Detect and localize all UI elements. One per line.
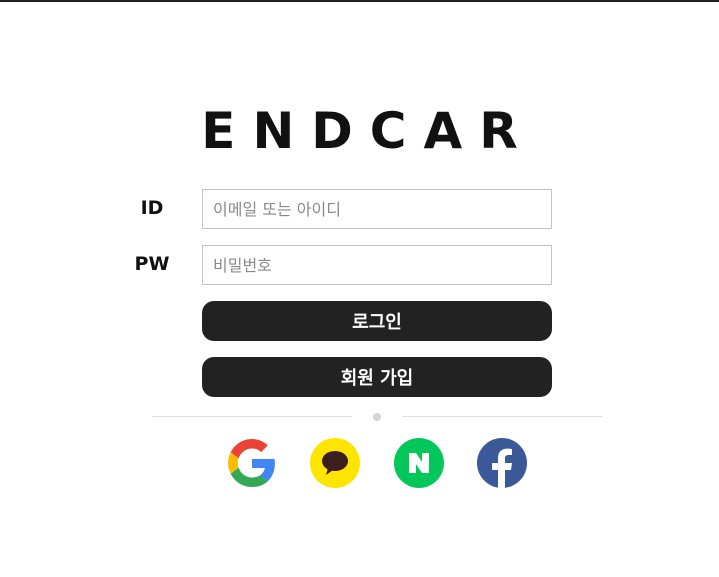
google-icon [228, 439, 275, 487]
kakao-login-button[interactable] [310, 438, 360, 488]
divider-right [402, 416, 602, 417]
facebook-login-button[interactable] [477, 438, 527, 488]
login-button[interactable]: 로그인 [202, 301, 552, 341]
kakao-icon [322, 451, 348, 475]
google-login-button[interactable] [227, 438, 277, 488]
brand-logo: ENDCAR [201, 102, 535, 160]
divider-left [152, 416, 352, 417]
naver-icon [409, 453, 429, 473]
signup-button[interactable]: 회원 가입 [202, 357, 552, 397]
naver-login-button[interactable] [394, 438, 444, 488]
pw-label: PW [134, 253, 170, 275]
facebook-icon [492, 448, 512, 488]
id-input[interactable] [202, 189, 552, 229]
id-label: ID [140, 197, 164, 219]
divider-dot [373, 413, 381, 421]
password-input[interactable] [202, 245, 552, 285]
